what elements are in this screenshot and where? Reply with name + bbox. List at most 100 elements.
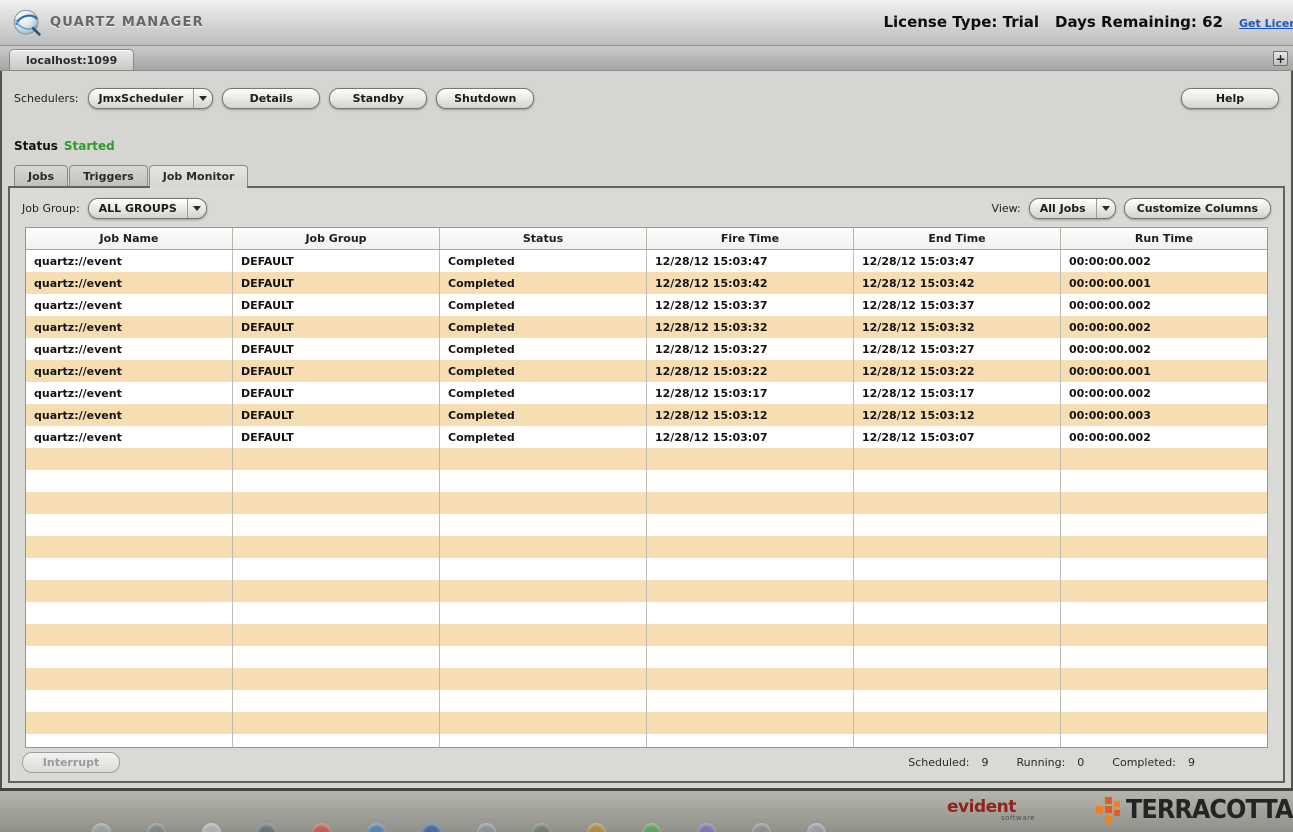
table-cell [440,712,647,734]
table-cell [233,470,440,492]
table-cell: DEFAULT [233,360,440,382]
details-button[interactable]: Details [222,88,321,109]
table-cell [26,514,233,536]
column-header-run-time[interactable]: Run Time [1061,228,1267,249]
dock-icon[interactable] [807,823,826,832]
server-tab-localhost[interactable]: localhost:1099 [9,49,135,70]
table-row[interactable]: quartz://event DEFAULT Completed 12/28/12 1… [26,426,1267,448]
table-cell: 12/28/12 15:03:42 [854,272,1061,294]
table-cell [1061,470,1267,492]
dock-icon[interactable] [257,823,276,832]
standby-button[interactable]: Standby [329,88,428,109]
dock-icon[interactable] [532,823,551,832]
interrupt-button[interactable]: Interrupt [22,752,120,773]
table-row-empty [26,690,1267,712]
status-line: Status Started [2,109,1291,153]
job-table: Job Name Job Group Status Fire Time End Time… [25,227,1268,748]
table-cell: 12/28/12 15:03:22 [647,360,854,382]
tab-jobs[interactable]: Jobs [14,165,69,186]
table-cell: 12/28/12 15:03:07 [647,426,854,448]
table-row[interactable]: quartz://event DEFAULT Completed 12/28/12 1… [26,404,1267,426]
dock-icon[interactable] [147,823,166,832]
table-cell: 12/28/12 15:03:17 [647,382,854,404]
dock-icon[interactable] [367,823,386,832]
table-row[interactable]: quartz://event DEFAULT Completed 12/28/12 1… [26,250,1267,272]
job-group-selected-value: ALL GROUPS [98,202,177,215]
table-row[interactable]: quartz://event DEFAULT Completed 12/28/12 1… [26,294,1267,316]
dock-icon[interactable] [752,823,771,832]
chevron-down-icon [1095,199,1115,218]
shutdown-button[interactable]: Shutdown [436,88,535,109]
table-row-empty [26,734,1267,747]
schedulers-label: Schedulers: [14,92,79,105]
table-cell: Completed [440,250,647,272]
table-row[interactable]: quartz://event DEFAULT Completed 12/28/12 1… [26,272,1267,294]
table-cell [854,624,1061,646]
dock-icon[interactable] [697,823,716,832]
tab-triggers[interactable]: Triggers [69,165,148,186]
table-cell: Completed [440,404,647,426]
table-row-empty [26,492,1267,514]
table-cell [233,514,440,536]
license-type-text: License Type: Trial [883,13,1039,31]
table-row-empty [26,514,1267,536]
table-row[interactable]: quartz://event DEFAULT Completed 12/28/12 1… [26,360,1267,382]
column-header-end-time[interactable]: End Time [854,228,1061,249]
table-cell [1061,712,1267,734]
dock-icon[interactable] [202,823,221,832]
view-select[interactable]: All Jobs [1028,198,1116,219]
customize-columns-button[interactable]: Customize Columns [1123,198,1271,219]
table-cell: quartz://event [26,250,233,272]
scheduler-select[interactable]: JmxScheduler [87,88,214,109]
table-row[interactable]: quartz://event DEFAULT Completed 12/28/12 1… [26,338,1267,360]
dock-icon[interactable] [92,823,111,832]
table-cell [854,712,1061,734]
dock-icon[interactable] [587,823,606,832]
table-cell [647,492,854,514]
get-license-link[interactable]: Get License [1239,17,1293,30]
table-cell [854,580,1061,602]
table-row-empty [26,668,1267,690]
table-cell: 12/28/12 15:03:27 [854,338,1061,360]
stat-value: 0 [1077,756,1085,769]
column-header-job-group[interactable]: Job Group [233,228,440,249]
table-cell [26,448,233,470]
table-cell: 00:00:00.001 [1069,276,1151,290]
add-connection-button[interactable]: + [1273,51,1288,66]
table-cell: 12/28/12 15:03:32 [647,316,854,338]
table-cell [647,514,854,536]
table-row[interactable]: quartz://event DEFAULT Completed 12/28/12 1… [26,316,1267,338]
job-monitor-toolbar: Job Group: ALL GROUPS View: All Jobs Cus… [10,188,1283,222]
table-cell [1061,734,1267,747]
chevron-down-icon [193,89,212,108]
app-title: QUARTZ MANAGER [50,15,204,30]
dock-icon[interactable] [312,823,331,832]
job-stats: Scheduled: 9 Running: 0 Completed: 9 [908,756,1195,769]
table-cell: 00:00:00.001 [1069,364,1151,378]
table-cell [233,536,440,558]
table-cell: DEFAULT [233,404,440,426]
table-row-empty [26,580,1267,602]
column-header-status[interactable]: Status [440,228,647,249]
table-cell [854,492,1061,514]
dock-icons [92,823,826,832]
scheduler-selected-value: JmxScheduler [98,92,184,105]
column-header-job-name[interactable]: Job Name [26,228,233,249]
dock-icon[interactable] [642,823,661,832]
table-cell [1061,448,1267,470]
column-header-fire-time[interactable]: Fire Time [647,228,854,249]
table-cell [26,580,233,602]
table-row-empty [26,712,1267,734]
table-cell: 12/28/12 15:03:47 [854,250,1061,272]
table-cell [1061,690,1267,712]
dock-icon[interactable] [477,823,496,832]
tab-job-monitor[interactable]: Job Monitor [148,165,249,188]
dock-icon[interactable] [422,823,441,832]
help-button[interactable]: Help [1181,88,1279,109]
table-row[interactable]: quartz://event DEFAULT Completed 12/28/12 1… [26,382,1267,404]
table-cell [854,734,1061,747]
job-group-select[interactable]: ALL GROUPS [87,198,207,219]
table-cell [854,646,1061,668]
table-cell [440,492,647,514]
table-cell [26,558,233,580]
